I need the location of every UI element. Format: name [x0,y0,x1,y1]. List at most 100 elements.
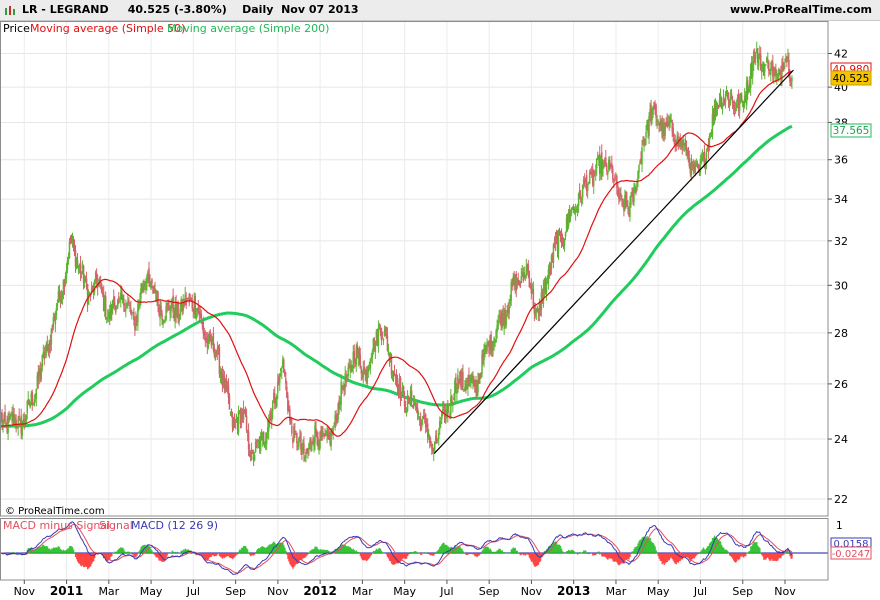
macd-hist-bar [595,553,597,555]
axis-labels: 2224262830323436384042Nov 2011 Mar May Jul Se… [14,48,848,599]
macd-hist-bar [285,550,287,553]
candle-body [612,168,614,180]
candle-body [228,395,231,410]
candle-body [281,370,283,372]
candle-body [88,292,91,294]
badge-ma200: 37.565 [830,123,872,138]
macd-hist-bar [698,553,701,554]
macd-hist-bar [588,553,590,555]
x-tick-label: 2012 [303,584,336,598]
macd-hist-bar [151,550,153,553]
macd-ytick-top: 1 [836,520,843,532]
macd-hist-bar [480,553,482,554]
candle-body [754,52,757,59]
trendline-layer [433,69,794,454]
candle-body [104,295,107,320]
macd-hist-bar [745,553,747,557]
y-tick-label: 26 [834,378,848,391]
candle-body [56,304,59,307]
x-tick-label: Nov [774,585,796,598]
macd-hist-bar [172,551,174,553]
x-tick-label: Sep [479,585,500,598]
candle-body [291,425,293,434]
macd-hist-bar [517,552,520,553]
x-tick-label: Sep [225,585,246,598]
candle-body [245,415,248,431]
candle-body [253,454,256,461]
x-tick-label: May [647,585,670,598]
candle-body [413,399,416,401]
y-tick-label: 22 [834,493,848,506]
badge-ma200-text: 37.565 [833,125,870,137]
badge-price-text: 40.525 [833,73,870,85]
chart-canvas[interactable]: 2224262830323436384042Nov 2011 Mar May Jul Se… [0,0,880,600]
macd-hist-bar [357,552,360,553]
candle-body [448,410,450,413]
macd-hist-bar [176,551,178,553]
x-tick-label: Mar [98,585,119,598]
y-tick-label: 42 [834,48,848,61]
macd-hist-bar [561,551,564,553]
candle-body [295,430,297,432]
macd-hist-bar [247,552,250,553]
candle-body [200,313,203,319]
macd-hist-bar [630,553,632,554]
macd-hist-bar [759,547,761,553]
candle-body [452,403,454,407]
badge-price: 40.525 [830,70,872,86]
candle-body [35,388,38,399]
legend-macd-hist: MACD minus Signal [3,519,110,532]
x-tick-label: Sep [732,585,753,598]
macd-hist-bar [73,552,76,553]
candle-body [114,302,116,305]
macd-hist-bar [236,553,239,555]
macd-hist-bar [381,552,384,553]
macd-hist-bar [254,553,256,555]
candle-body [569,216,572,218]
candle-body [4,412,6,422]
candle-body [462,371,464,388]
badge-signal-text: -0.0247 [832,549,871,560]
chart-frame [0,21,829,581]
candle-body [157,291,159,305]
x-tick-label: Jul [693,585,707,598]
y-tick-label: 36 [834,154,848,167]
x-tick-label: Jul [186,585,200,598]
candle-body [417,413,420,415]
x-tick-label: Nov [521,585,543,598]
x-tick-label: Nov [267,585,289,598]
y-tick-label: 24 [834,433,848,446]
support-trendline [433,69,794,454]
candle-body [18,415,20,419]
macd-hist-bar [422,553,424,554]
candle-body [131,314,133,316]
candle-body [303,443,305,454]
candle-body [586,185,589,192]
x-tick-label: May [393,585,416,598]
x-tick-label: Jul [439,585,453,598]
price-panel-frame [0,21,829,517]
x-tick-label: 2013 [557,584,590,598]
macd-hist-bar [136,553,138,556]
y-tick-label: 30 [834,279,848,292]
macd-hist-bar [434,553,436,555]
candle-body [620,193,622,195]
candle-body [557,233,560,253]
macd-hist-bar [577,553,579,555]
candle-body [382,338,385,342]
macd-hist-bar [598,551,600,553]
y-tick-label: 34 [834,193,848,206]
x-tick-label: 2011 [50,584,83,598]
y-tick-label: 32 [834,235,848,248]
candle-body [118,296,120,298]
candle-body [410,390,413,403]
candle-body [645,131,647,138]
watermark: © ProRealTime.com [5,506,105,517]
candle-body [765,64,767,66]
legend-ma200: Moving average (Simple 200) [167,22,329,35]
macd-hist-bar [307,553,309,555]
candle-body [377,328,380,346]
candle-body [76,260,79,265]
macd-hist-bar [655,550,657,553]
candle-body [657,120,659,122]
